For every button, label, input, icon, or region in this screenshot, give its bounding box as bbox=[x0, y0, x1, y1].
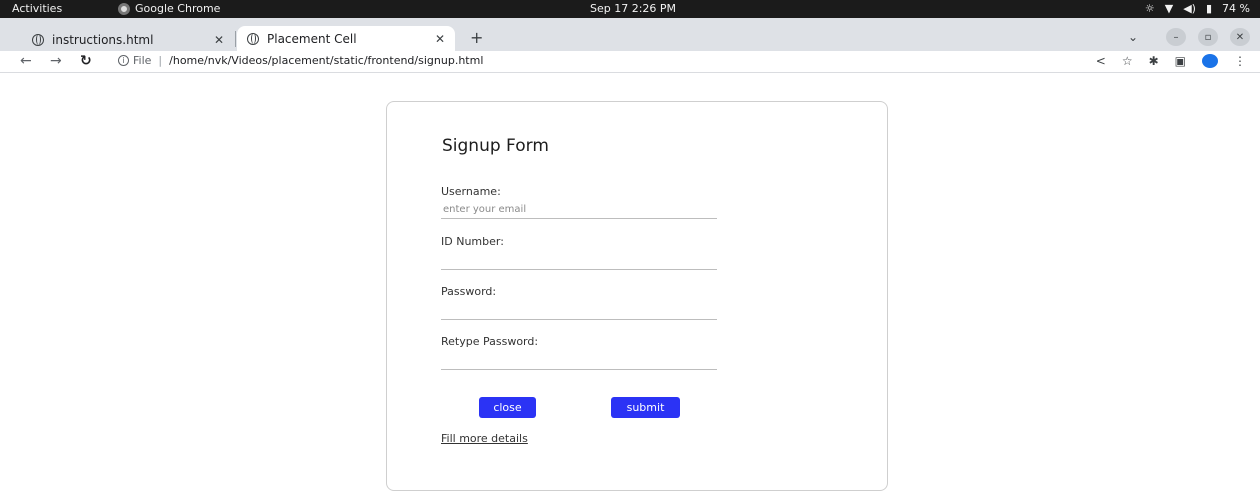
maximize-button[interactable]: ▫ bbox=[1198, 28, 1218, 46]
globe-icon bbox=[32, 33, 44, 46]
retype-password-input[interactable] bbox=[441, 352, 717, 370]
close-tab-icon[interactable]: ✕ bbox=[435, 32, 445, 46]
wifi-icon: ▼ bbox=[1164, 2, 1174, 15]
id-number-label: ID Number: bbox=[441, 235, 504, 248]
browser-toolbar: ← → ↻ i File | /home/nvk/Videos/placemen… bbox=[0, 51, 1260, 73]
tab-search-chevron-icon[interactable]: ⌄ bbox=[1128, 30, 1138, 44]
address-bar[interactable]: i File | /home/nvk/Videos/placement/stat… bbox=[118, 54, 483, 67]
toolbar-actions: < ☆ ✱ ▣ ⋮ bbox=[1096, 54, 1246, 68]
scheme-label: File bbox=[133, 54, 152, 67]
form-title: Signup Form bbox=[442, 136, 549, 156]
app-name: Google Chrome bbox=[135, 2, 221, 15]
forward-arrow-icon[interactable]: → bbox=[50, 53, 62, 69]
address-divider: | bbox=[158, 54, 163, 67]
share-icon[interactable]: < bbox=[1096, 54, 1106, 68]
battery-icon: ▮ bbox=[1205, 2, 1213, 15]
password-input[interactable] bbox=[441, 302, 717, 320]
url-text[interactable]: /home/nvk/Videos/placement/static/fronte… bbox=[169, 54, 483, 67]
minimize-button[interactable]: – bbox=[1166, 28, 1186, 46]
new-tab-button[interactable]: + bbox=[470, 28, 483, 48]
back-arrow-icon[interactable]: ← bbox=[20, 53, 32, 69]
star-icon[interactable]: ☆ bbox=[1122, 54, 1133, 68]
clock[interactable]: Sep 17 2:26 PM bbox=[590, 0, 676, 18]
system-tray[interactable]: ☼ ▼ ◀) ▮ 74 % bbox=[1145, 0, 1250, 18]
username-input[interactable] bbox=[441, 201, 717, 219]
extensions-icon[interactable]: ✱ bbox=[1149, 54, 1159, 68]
reload-icon[interactable]: ↻ bbox=[80, 53, 92, 69]
close-window-button[interactable]: ✕ bbox=[1230, 28, 1250, 46]
close-tab-icon[interactable]: ✕ bbox=[214, 33, 224, 47]
tab-placement-cell[interactable]: Placement Cell ✕ bbox=[237, 26, 455, 51]
retype-password-label: Retype Password: bbox=[441, 335, 539, 348]
info-icon[interactable]: i bbox=[118, 55, 129, 66]
close-button[interactable]: close bbox=[479, 397, 536, 418]
chrome-logo-icon bbox=[118, 3, 130, 15]
volume-icon: ◀) bbox=[1183, 2, 1196, 15]
password-label: Password: bbox=[441, 285, 497, 298]
globe-icon bbox=[247, 32, 259, 45]
tab-instructions[interactable]: instructions.html ✕ bbox=[22, 28, 234, 51]
brightness-icon: ☼ bbox=[1144, 2, 1155, 15]
tab-divider bbox=[235, 31, 236, 47]
username-label: Username: bbox=[441, 185, 501, 198]
app-menu[interactable]: Google Chrome bbox=[118, 0, 220, 18]
id-number-input[interactable] bbox=[441, 252, 717, 270]
fill-more-details-link[interactable]: Fill more details bbox=[441, 432, 528, 445]
menu-icon[interactable]: ⋮ bbox=[1234, 54, 1246, 68]
tab-label: Placement Cell bbox=[267, 31, 357, 46]
submit-button[interactable]: submit bbox=[611, 397, 680, 418]
activities-button[interactable]: Activities bbox=[12, 0, 62, 18]
profile-avatar[interactable] bbox=[1202, 54, 1218, 68]
side-panel-icon[interactable]: ▣ bbox=[1175, 54, 1186, 68]
tab-label: instructions.html bbox=[52, 32, 154, 47]
window-controls: – ▫ ✕ bbox=[1166, 28, 1250, 46]
system-top-bar: Activities Google Chrome Sep 17 2:26 PM … bbox=[0, 0, 1260, 18]
battery-percent: 74 % bbox=[1222, 2, 1250, 15]
